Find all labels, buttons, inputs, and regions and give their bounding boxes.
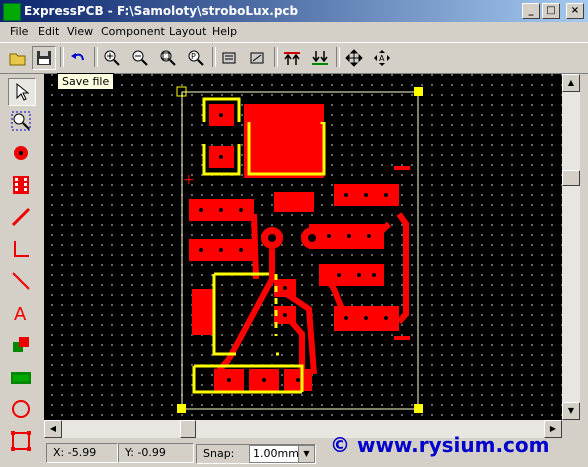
title-bar: ExpressPCB - F:\Samoloty\stroboLux.pcb _…: [0, 0, 588, 22]
trace-icon: [11, 207, 31, 227]
component-properties-icon: [222, 52, 236, 64]
zoom-window-icon: [11, 111, 31, 131]
menu-help[interactable]: Help: [212, 25, 237, 38]
zoom-out-button[interactable]: [128, 46, 152, 70]
board-corner-handle[interactable]: [414, 404, 423, 413]
pointer-icon: [16, 82, 30, 101]
window-title: ExpressPCB - F:\Samoloty\stroboLux.pcb: [24, 4, 299, 18]
component-tool[interactable]: [8, 172, 34, 198]
open-file-button[interactable]: [6, 46, 30, 70]
zoom-fit-icon: [160, 50, 176, 66]
board-corner-handle[interactable]: [177, 404, 186, 413]
vertical-scrollbar[interactable]: ▲ ▼: [562, 74, 580, 420]
rotate-mode-button[interactable]: A: [370, 46, 394, 70]
app-icon[interactable]: [3, 3, 21, 21]
close-button[interactable]: ×: [566, 3, 584, 19]
folder-open-icon: [9, 53, 26, 66]
pad-properties-icon: [250, 52, 264, 64]
save-file-tooltip: Save file: [57, 73, 115, 90]
svg-text:A: A: [379, 54, 385, 63]
filled-plane-icon: [11, 372, 31, 384]
rotate-arrows-icon: A: [374, 50, 390, 66]
view-bottom-layer-button[interactable]: [308, 46, 332, 70]
diagonal-trace-icon: [12, 272, 30, 290]
svg-text:P: P: [191, 52, 196, 61]
scroll-up-button[interactable]: ▲: [562, 74, 580, 92]
text-tool[interactable]: A: [8, 300, 34, 326]
corner-trace-icon: [14, 241, 29, 257]
zoom-fit-button[interactable]: [156, 46, 180, 70]
svg-text:A: A: [14, 304, 27, 324]
pcb-canvas[interactable]: +: [44, 74, 562, 420]
chevron-down-icon[interactable]: ▼: [298, 446, 314, 462]
component-properties-button[interactable]: [218, 46, 242, 70]
zoom-window-tool[interactable]: [8, 108, 34, 134]
pad-properties-button[interactable]: [246, 46, 270, 70]
bottom-layer-icon: [312, 51, 328, 65]
scroll-left-button[interactable]: ◀: [44, 420, 62, 438]
vertical-scroll-thumb[interactable]: [562, 170, 580, 186]
snap-select[interactable]: 1.00mm ▼: [249, 445, 315, 463]
maximize-button[interactable]: □: [542, 3, 560, 19]
x-coordinate: X: -5.99: [46, 443, 118, 463]
move-mode-button[interactable]: [342, 46, 366, 70]
layer-swap-icon: [13, 337, 29, 352]
horizontal-scroll-thumb[interactable]: [180, 420, 196, 438]
undo-icon: [71, 53, 84, 61]
pcb-layout: +: [176, 86, 423, 413]
filled-plane-tool[interactable]: [8, 364, 34, 390]
snap-value: 1.00mm: [253, 447, 299, 460]
top-layer-icon: [284, 52, 300, 65]
zoom-previous-icon: P: [188, 50, 204, 66]
layer-swap-tool[interactable]: [8, 332, 34, 358]
scroll-down-button[interactable]: ▼: [562, 402, 580, 420]
wire-tool[interactable]: [8, 268, 34, 294]
text-icon: A: [14, 304, 27, 324]
snap-control: Snap: 1.00mm ▼: [196, 444, 316, 464]
y-coordinate: Y: -0.99: [118, 443, 194, 463]
zoom-out-icon: [132, 50, 148, 66]
circle-icon: [12, 400, 30, 418]
save-file-button[interactable]: [32, 46, 56, 70]
menu-layout[interactable]: Layout: [169, 25, 206, 38]
crosshair-marker: +: [183, 172, 195, 188]
component-icon: [13, 176, 29, 194]
zoom-previous-button[interactable]: P: [184, 46, 208, 70]
tool-palette: A: [4, 74, 38, 460]
view-top-layer-button[interactable]: [280, 46, 304, 70]
undo-button[interactable]: [66, 46, 90, 70]
menu-edit[interactable]: Edit: [38, 25, 59, 38]
floppy-disk-icon: [37, 51, 51, 65]
zoom-in-icon: [104, 50, 120, 66]
zoom-in-button[interactable]: [100, 46, 124, 70]
dimension-tool[interactable]: [8, 236, 34, 262]
menu-bar: File Edit View Component Layout Help: [0, 22, 588, 41]
move-arrows-icon: [345, 49, 363, 67]
menu-view[interactable]: View: [67, 25, 93, 38]
watermark: © www.rysium.com: [330, 433, 550, 457]
snap-label: Snap:: [203, 447, 235, 460]
board-corner-handle[interactable]: [414, 87, 423, 96]
pad-tool[interactable]: [8, 140, 34, 166]
trace-tool[interactable]: [8, 204, 34, 230]
pointer-tool[interactable]: [8, 78, 36, 106]
menu-file[interactable]: File: [10, 25, 28, 38]
toolbar: P A: [0, 42, 588, 74]
circle-tool[interactable]: [8, 396, 34, 422]
pad-icon: [14, 146, 28, 160]
menu-component[interactable]: Component: [101, 25, 165, 38]
minimize-button[interactable]: _: [522, 3, 540, 19]
